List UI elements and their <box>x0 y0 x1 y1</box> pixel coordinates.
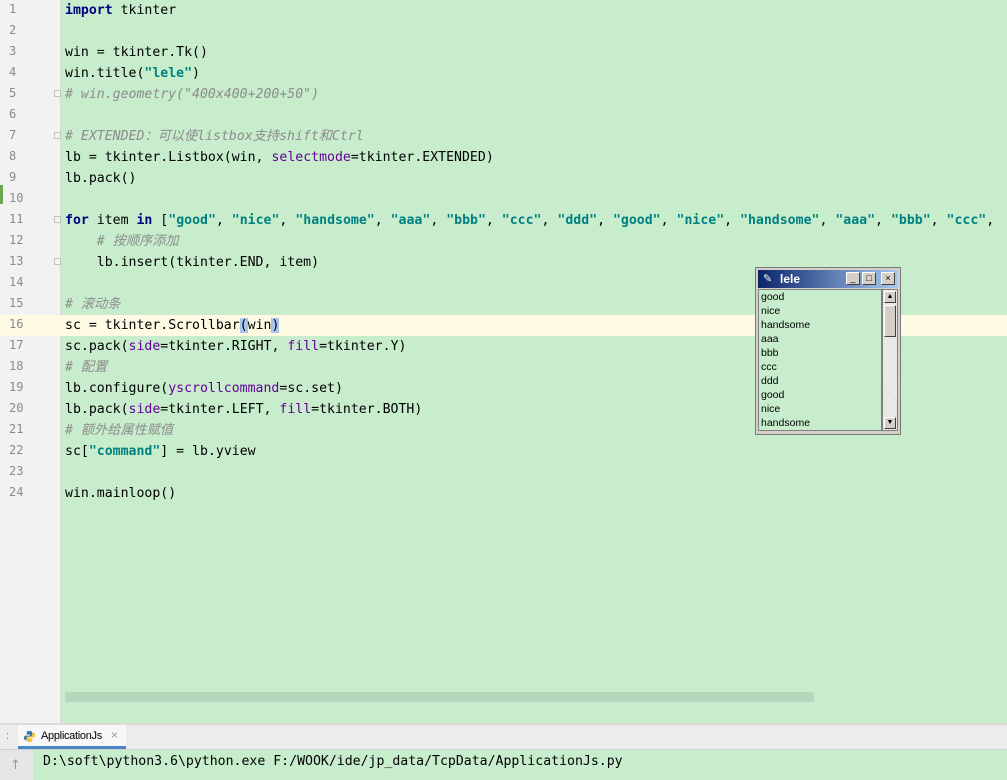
code-line: 12 # 按顺序添加 <box>0 231 1007 252</box>
console-toolbar: ↑ <box>0 750 33 780</box>
run-console[interactable]: ↑ D:\soft\python3.6\python.exe F:/WOOK/i… <box>0 750 1007 780</box>
tk-listbox[interactable]: good nice handsome aaa bbb ccc ddd good … <box>758 289 882 431</box>
fold-marker-icon[interactable] <box>54 258 61 265</box>
code-text: win.title("lele") <box>65 66 200 81</box>
listbox-item[interactable]: nice <box>759 402 881 416</box>
minimize-button[interactable]: _ <box>846 272 860 285</box>
listbox-item[interactable]: good <box>759 290 881 304</box>
line-number: 11 <box>9 212 24 226</box>
code-line: 3 win = tkinter.Tk() <box>0 42 1007 63</box>
fold-marker-icon[interactable] <box>54 90 61 97</box>
tk-feather-icon: ✎ <box>763 273 773 285</box>
run-tool-window-tabs: : ApplicationJs × <box>0 725 1007 750</box>
code-text: lb.insert(tkinter.END, item) <box>65 255 320 270</box>
python-icon <box>23 730 36 743</box>
code-text: lb.configure(yscrollcommand=sc.set) <box>65 381 343 396</box>
code-text: sc.pack(side=tkinter.RIGHT, fill=tkinter… <box>65 339 407 354</box>
scroll-up-arrow-icon[interactable]: ↑ <box>10 758 21 773</box>
code-text: sc["command"] = lb.yview <box>65 444 256 459</box>
line-number: 5 <box>9 86 17 100</box>
listbox-item[interactable]: aaa <box>759 332 881 346</box>
line-number: 24 <box>9 485 24 499</box>
line-number: 7 <box>9 128 17 142</box>
code-text: # 额外给属性赋值 <box>65 423 174 438</box>
code-line: 2 <box>0 21 1007 42</box>
code-text: sc = tkinter.Scrollbar(win) <box>65 318 280 333</box>
line-number: 9 <box>9 170 17 184</box>
listbox-item[interactable]: handsome <box>759 318 881 332</box>
line-number: 14 <box>9 275 24 289</box>
code-text: lb = tkinter.Listbox(win, selectmode=tki… <box>65 150 494 165</box>
code-line: 24 win.mainloop() <box>0 483 1007 504</box>
line-number: 13 <box>9 254 24 268</box>
maximize-button[interactable]: □ <box>862 272 876 285</box>
fold-marker-icon[interactable] <box>54 216 61 223</box>
line-number: 6 <box>9 107 17 121</box>
tab-applicationjs[interactable]: ApplicationJs × <box>18 725 126 749</box>
scroll-up-arrow-icon[interactable]: ▲ <box>884 291 896 303</box>
line-number: 12 <box>9 233 24 247</box>
close-tab-icon[interactable]: × <box>111 728 118 742</box>
code-line: 6 <box>0 105 1007 126</box>
line-number: 3 <box>9 44 17 58</box>
line-number: 23 <box>9 464 24 478</box>
code-line: 9 lb.pack() <box>0 168 1007 189</box>
line-number: 16 <box>9 317 24 331</box>
line-number: 21 <box>9 422 24 436</box>
line-number: 17 <box>9 338 24 352</box>
code-line: 22 sc["command"] = lb.yview <box>0 441 1007 462</box>
code-text: # EXTENDED：可以使listbox支持shift和Ctrl <box>65 129 364 144</box>
code-text: win = tkinter.Tk() <box>65 45 208 60</box>
line-number: 10 <box>9 191 24 205</box>
tk-window[interactable]: ✎ lele _ □ × good nice handsome aaa bbb … <box>755 267 901 435</box>
code-text: # win.geometry("400x400+200+50") <box>65 87 320 102</box>
code-line: 11 for item in ["good", "nice", "handsome… <box>0 210 1007 231</box>
scrollbar-thumb[interactable] <box>884 305 896 337</box>
code-line: 1 import tkinter <box>0 0 1007 21</box>
tk-titlebar[interactable]: ✎ lele _ □ × <box>758 270 898 288</box>
code-text: win.mainloop() <box>65 486 177 501</box>
code-text: # 按顺序添加 <box>96 234 179 249</box>
line-number: 4 <box>9 65 17 79</box>
editor-horizontal-scrollbar[interactable] <box>65 692 814 702</box>
line-number: 8 <box>9 149 17 163</box>
listbox-item[interactable]: ccc <box>759 360 881 374</box>
code-text: lb.pack(side=tkinter.LEFT, fill=tkinter.… <box>65 402 423 417</box>
listbox-item[interactable]: ddd <box>759 374 881 388</box>
code-text: import tkinter <box>65 3 177 18</box>
line-number: 2 <box>9 23 17 37</box>
code-text: # 滚动条 <box>65 297 121 312</box>
run-panel-handle[interactable]: : <box>6 730 9 742</box>
line-number: 19 <box>9 380 24 394</box>
code-line: 8 lb = tkinter.Listbox(win, selectmode=tk… <box>0 147 1007 168</box>
line-number: 22 <box>9 443 24 457</box>
code-text: lb.pack() <box>65 171 137 186</box>
fold-marker-icon[interactable] <box>54 132 61 139</box>
code-line: 4 win.title("lele") <box>0 63 1007 84</box>
line-number: 1 <box>9 2 17 16</box>
console-command-line: D:\soft\python3.6\python.exe F:/WOOK/ide… <box>43 754 623 769</box>
tk-vertical-scrollbar[interactable]: ▲ ▼ <box>882 289 898 431</box>
code-text: for item in ["good", "nice", "handsome",… <box>65 213 995 228</box>
code-line: 10 <box>0 189 1007 210</box>
code-line: 23 <box>0 462 1007 483</box>
code-line: 7 # EXTENDED：可以使listbox支持shift和Ctrl <box>0 126 1007 147</box>
listbox-item[interactable]: good <box>759 388 881 402</box>
code-line: 5 # win.geometry("400x400+200+50") <box>0 84 1007 105</box>
listbox-item[interactable]: bbb <box>759 346 881 360</box>
line-number: 20 <box>9 401 24 415</box>
close-button[interactable]: × <box>881 272 895 285</box>
listbox-item[interactable]: handsome <box>759 416 881 430</box>
line-number: 18 <box>9 359 24 373</box>
listbox-item[interactable]: nice <box>759 304 881 318</box>
code-text: # 配置 <box>65 360 108 375</box>
tab-label: ApplicationJs <box>41 730 102 742</box>
scroll-down-arrow-icon[interactable]: ▼ <box>884 417 896 429</box>
line-number: 15 <box>9 296 24 310</box>
tk-window-title: lele <box>780 272 801 286</box>
